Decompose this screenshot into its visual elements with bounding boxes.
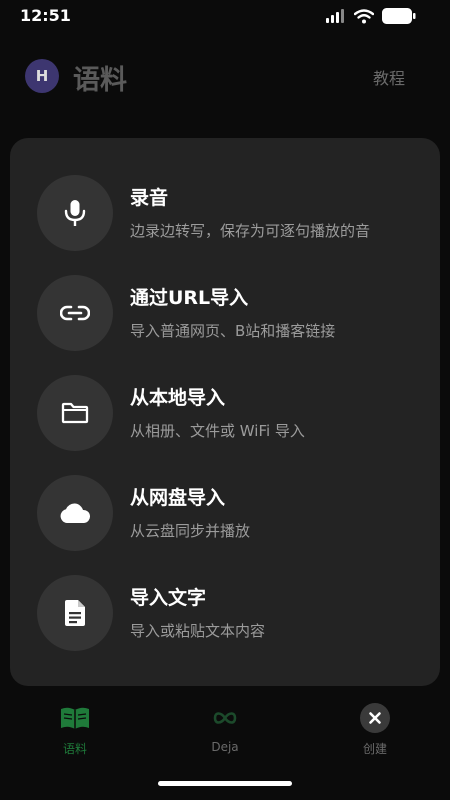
- menu-item-title: 导入文字: [130, 587, 207, 609]
- tutorial-link[interactable]: 教程: [373, 65, 405, 89]
- cellular-signal-icon: [326, 9, 344, 23]
- microphone-icon: [64, 200, 86, 226]
- home-indicator: [158, 781, 292, 786]
- infinity-icon: [213, 712, 237, 724]
- cloud-icon: [60, 503, 91, 523]
- avatar[interactable]: H: [25, 59, 59, 93]
- app-header: H 语料 教程: [0, 56, 450, 100]
- tab-label: Deja: [211, 740, 239, 754]
- menu-item-import-cloud[interactable]: 从网盘导入 从云盘同步并播放: [37, 475, 427, 551]
- tab-deja[interactable]: Deja: [185, 706, 265, 754]
- menu-item-description: 边录边转写，保存为可逐句播放的音: [130, 222, 371, 240]
- status-bar: 12:51: [0, 0, 450, 34]
- menu-item-import-local[interactable]: 从本地导入 从相册、文件或 WiFi 导入: [37, 375, 427, 451]
- menu-item-record[interactable]: 录音 边录边转写，保存为可逐句播放的音: [37, 175, 427, 251]
- icon-circle: [37, 575, 113, 651]
- page-title: 语料: [73, 65, 127, 96]
- icon-circle: [37, 275, 113, 351]
- tab-corpus[interactable]: 语料: [35, 706, 115, 757]
- status-icons: [326, 8, 416, 24]
- create-menu-sheet: 录音 边录边转写，保存为可逐句播放的音 通过URL导入 导入普通网页、B站和播客…: [10, 138, 440, 686]
- book-icon: [61, 707, 89, 729]
- menu-item-description: 从云盘同步并播放: [130, 522, 251, 540]
- status-time: 12:51: [20, 6, 71, 25]
- icon-circle: [37, 175, 113, 251]
- menu-item-title: 录音: [130, 187, 169, 209]
- link-icon: [60, 305, 90, 321]
- battery-icon: [382, 8, 416, 24]
- menu-item-description: 导入普通网页、B站和播客链接: [130, 322, 336, 340]
- tab-create[interactable]: 创建: [335, 703, 415, 757]
- document-icon: [65, 600, 85, 626]
- icon-circle: [37, 375, 113, 451]
- tab-label: 创建: [362, 742, 387, 756]
- menu-item-title: 从本地导入: [130, 387, 226, 409]
- menu-item-description: 从相册、文件或 WiFi 导入: [130, 422, 305, 440]
- folder-icon: [61, 402, 89, 424]
- menu-item-title: 通过URL导入: [130, 287, 249, 309]
- wifi-icon: [354, 8, 374, 23]
- tab-label: 语料: [62, 742, 87, 756]
- icon-circle: [37, 475, 113, 551]
- menu-item-import-url[interactable]: 通过URL导入 导入普通网页、B站和播客链接: [37, 275, 427, 351]
- menu-item-title: 从网盘导入: [130, 487, 226, 509]
- menu-item-description: 导入或粘贴文本内容: [130, 622, 266, 640]
- close-icon: [360, 703, 390, 733]
- menu-item-import-text[interactable]: 导入文字 导入或粘贴文本内容: [37, 575, 427, 651]
